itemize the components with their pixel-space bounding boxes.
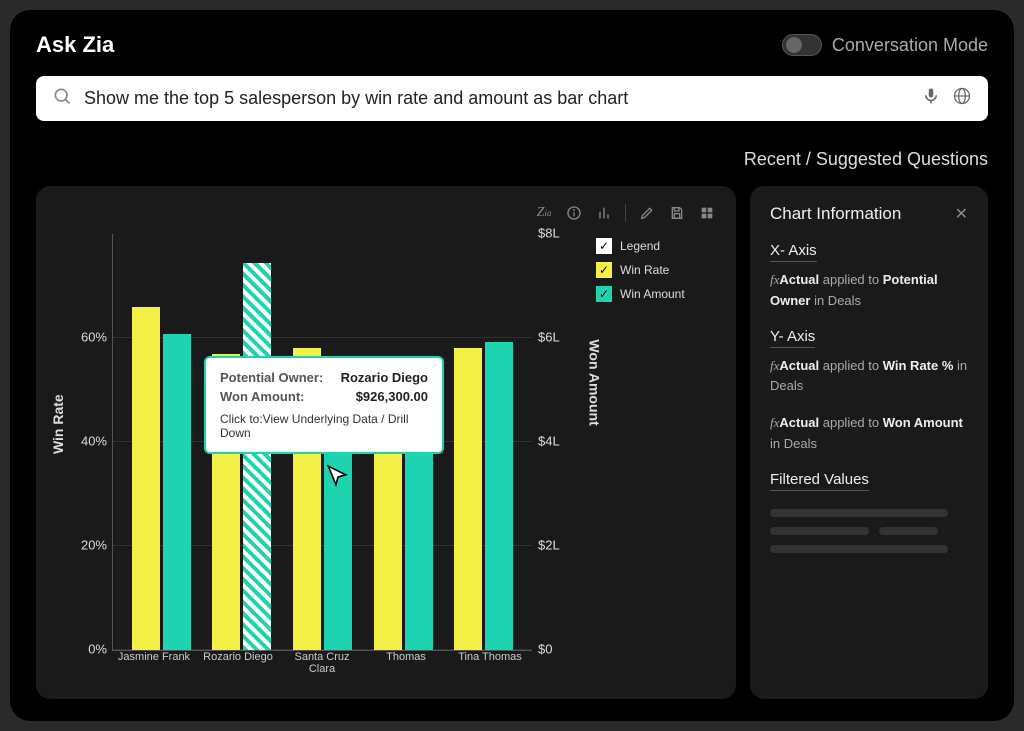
microphone-icon[interactable] <box>922 87 940 110</box>
info-title: Chart Information <box>770 204 901 224</box>
bar-win-amount[interactable] <box>163 334 191 650</box>
suggested-questions-label[interactable]: Recent / Suggested Questions <box>36 149 988 170</box>
edit-icon[interactable] <box>638 204 656 222</box>
bar-chart-icon[interactable] <box>595 204 613 222</box>
toolbar-separator <box>625 204 626 222</box>
tooltip-amount-value: $926,300.00 <box>356 389 428 404</box>
x-tick: Jasmine Frank <box>112 651 196 675</box>
legend-item-winrate[interactable]: ✓ Win Rate <box>596 262 716 278</box>
chart-panel: Zia Win Rate Won Amount 0% $0 20% $2L 40% $… <box>36 186 736 699</box>
y-left-tick: 0% <box>69 642 107 657</box>
legend-label: Win Amount <box>620 287 685 301</box>
chart-toolbar: Zia <box>56 204 716 222</box>
toggle-knob <box>786 37 802 53</box>
y-right-tick: $8L <box>538 226 576 241</box>
search-bar <box>36 76 988 121</box>
fx-icon: fx <box>770 358 779 373</box>
conversation-mode-toggle-group: Conversation Mode <box>782 34 988 56</box>
y-axis-heading: Y- Axis <box>770 328 815 348</box>
tooltip-owner-label: Potential Owner: <box>220 370 323 385</box>
bar-win-amount-hover[interactable] <box>243 263 271 650</box>
search-icon <box>52 86 72 111</box>
tooltip-amount-label: Won Amount: <box>220 389 304 404</box>
y-right-axis-title: Won Amount <box>586 339 602 425</box>
x-tick: Rozario Diego <box>196 651 280 675</box>
query-input[interactable] <box>84 88 910 109</box>
header: Ask Zia Conversation Mode <box>36 32 988 58</box>
bar-group-jasmine[interactable] <box>132 234 191 650</box>
checkbox-icon[interactable]: ✓ <box>596 286 612 302</box>
y-right-tick: $4L <box>538 434 576 449</box>
y-left-axis-title: Win Rate <box>50 394 66 454</box>
x-tick: Thomas <box>364 651 448 675</box>
cursor-icon <box>324 464 350 495</box>
info-header: Chart Information ✕ <box>770 204 968 224</box>
y-left-tick: 40% <box>69 434 107 449</box>
save-icon[interactable] <box>668 204 686 222</box>
chart-area[interactable]: Win Rate Won Amount 0%$0 20%$2L 40%$4L 6… <box>56 230 596 685</box>
fx-icon: fx <box>770 415 779 430</box>
zia-icon[interactable]: Zia <box>535 204 553 222</box>
y-axis-description-2: fxActual applied to Won Amount in Deals <box>770 413 968 455</box>
chart-info-panel: Chart Information ✕ X- Axis fxActual app… <box>750 186 988 699</box>
info-icon[interactable] <box>565 204 583 222</box>
legend-item-legend[interactable]: ✓ Legend <box>596 238 716 254</box>
placeholder-line <box>879 527 938 535</box>
x-tick: Santa Cruz Clara <box>280 651 364 675</box>
placeholder-row <box>770 527 968 545</box>
globe-icon[interactable] <box>952 86 972 111</box>
grid-icon[interactable] <box>698 204 716 222</box>
checkbox-icon[interactable]: ✓ <box>596 238 612 254</box>
y-left-tick: 60% <box>69 330 107 345</box>
app-window: Ask Zia Conversation Mode Recent / Sugge… <box>10 10 1014 721</box>
placeholder-line <box>770 545 948 553</box>
legend-item-winamount[interactable]: ✓ Win Amount <box>596 286 716 302</box>
y-right-tick: $6L <box>538 330 576 345</box>
x-tick: Tina Thomas <box>448 651 532 675</box>
x-axis-labels: Jasmine Frank Rozario Diego Santa Cruz C… <box>112 651 532 675</box>
placeholder-line <box>770 509 948 517</box>
close-icon[interactable]: ✕ <box>955 204 968 224</box>
placeholder-line <box>770 527 869 535</box>
chart-legend: ✓ Legend ✓ Win Rate ✓ Win Amount <box>596 230 716 685</box>
bar-win-rate[interactable] <box>132 307 160 650</box>
filtered-values-heading: Filtered Values <box>770 471 869 491</box>
legend-label: Win Rate <box>620 263 669 277</box>
tooltip-drilldown-link[interactable]: Click to:View Underlying Data / Drill Do… <box>220 412 428 440</box>
content-row: Zia Win Rate Won Amount 0% $0 20% $2L 40% $… <box>36 186 988 699</box>
fx-icon: fx <box>770 272 779 287</box>
y-right-tick: $0 <box>538 642 576 657</box>
bar-group-tina[interactable] <box>454 234 513 650</box>
x-axis-heading: X- Axis <box>770 242 817 262</box>
x-axis-description: fxActual applied to Potential Owner in D… <box>770 270 968 312</box>
checkbox-icon[interactable]: ✓ <box>596 262 612 278</box>
y-left-tick: 20% <box>69 538 107 553</box>
chart-tooltip[interactable]: Potential Owner: Rozario Diego Won Amoun… <box>204 356 444 454</box>
conversation-mode-toggle[interactable] <box>782 34 822 56</box>
legend-label: Legend <box>620 239 660 253</box>
y-axis-description-1: fxActual applied to Win Rate % in Deals <box>770 356 968 398</box>
bar-win-amount[interactable] <box>485 342 513 650</box>
y-right-tick: $2L <box>538 538 576 553</box>
tooltip-owner-value: Rozario Diego <box>341 370 428 385</box>
chart-body: Win Rate Won Amount 0% $0 20% $2L 40% $4L 6… <box>56 230 716 685</box>
app-title: Ask Zia <box>36 32 114 58</box>
conversation-mode-label: Conversation Mode <box>832 35 988 56</box>
bar-win-rate[interactable] <box>454 348 482 650</box>
